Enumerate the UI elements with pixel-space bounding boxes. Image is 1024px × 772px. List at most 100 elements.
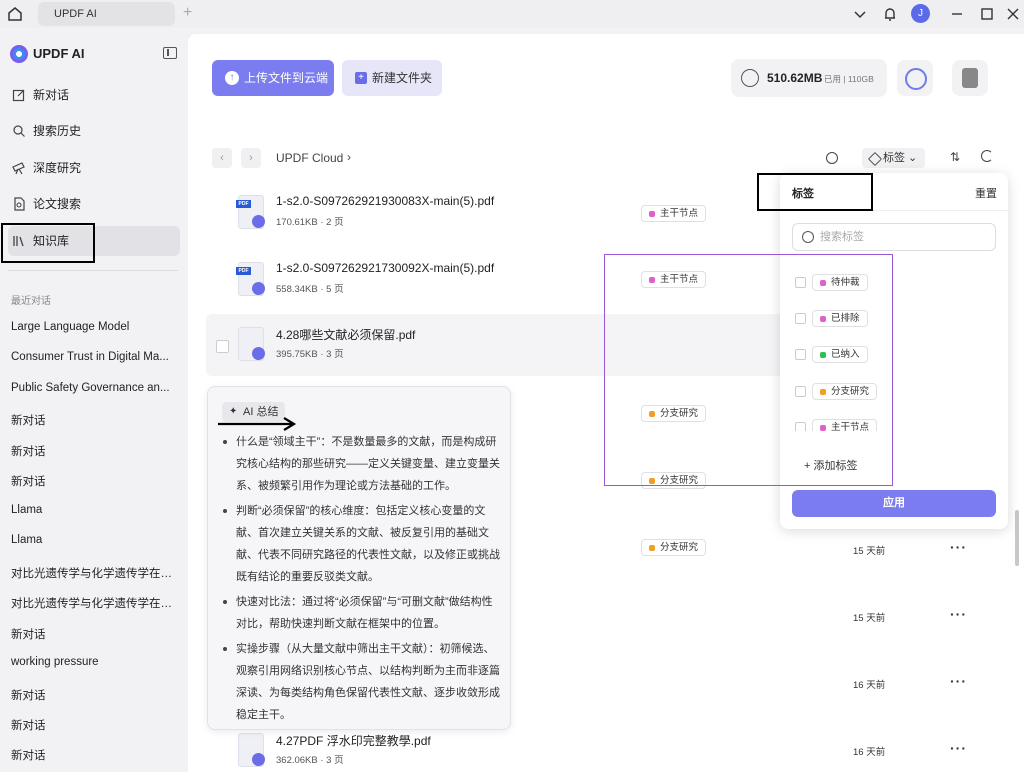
recent-chat-item[interactable]: 新对话 bbox=[11, 717, 176, 733]
recent-chat-item[interactable]: Llama bbox=[11, 534, 176, 546]
refresh-icon[interactable] bbox=[981, 150, 993, 162]
upload-label: 上传文件到云端 bbox=[244, 71, 329, 85]
apply-button[interactable]: 应用 bbox=[792, 490, 996, 517]
doc-file-icon bbox=[238, 733, 265, 767]
recent-chat-item[interactable]: 新对话 bbox=[11, 473, 176, 489]
ai-summary-list: 什么是“领域主干”：不是数量最多的文献，而是构成研究核心结构的那些研究——定义关… bbox=[222, 431, 502, 729]
upload-to-cloud-button[interactable]: ↑ 上传文件到云端 bbox=[212, 60, 334, 96]
recent-chat-item[interactable]: 新对话 bbox=[11, 687, 176, 703]
ai-summary-popup: AI 总结 什么是“领域主干”：不是数量最多的文献，而是构成研究核心结构的那些研… bbox=[207, 386, 511, 730]
recent-chats-title: 最近对话 bbox=[11, 296, 51, 307]
sidebar-item-label: 搜索历史 bbox=[33, 124, 82, 138]
upload-icon: ↑ bbox=[225, 71, 239, 85]
sidebar-divider bbox=[8, 270, 178, 271]
add-folder-icon: + bbox=[355, 72, 367, 84]
annotation-box-tag-list bbox=[604, 254, 893, 486]
more-icon[interactable]: ··· bbox=[950, 606, 967, 622]
sidebar-item-deep-research[interactable]: 深度研究 bbox=[8, 153, 180, 183]
pdf-file-icon: PDF bbox=[236, 262, 265, 296]
forward-button[interactable]: › bbox=[241, 148, 261, 168]
tag-search-input[interactable]: 搜索标签 bbox=[792, 223, 996, 251]
reset-button[interactable]: 重置 bbox=[975, 185, 997, 201]
title-bar: UPDF AI + J bbox=[0, 0, 1024, 28]
maximize-icon[interactable] bbox=[978, 5, 996, 23]
sidebar-item-label: 新对话 bbox=[33, 88, 70, 102]
recent-chat-item[interactable]: Llama bbox=[11, 504, 176, 516]
annotation-box-tag-title bbox=[757, 173, 873, 211]
search-icon bbox=[13, 125, 25, 137]
file-name[interactable]: 4.27PDF 浮水印完整教學.pdf bbox=[276, 732, 431, 749]
tag-filter-button[interactable]: 标签 ⌄ bbox=[862, 148, 925, 168]
file-date: 15 天前 bbox=[853, 546, 886, 557]
sidebar-item-label: 深度研究 bbox=[33, 161, 82, 175]
annotation-box-knowledge-base bbox=[1, 223, 95, 263]
more-icon[interactable]: ··· bbox=[950, 539, 967, 555]
scrollbar[interactable] bbox=[1015, 510, 1019, 566]
search-icon[interactable] bbox=[826, 152, 838, 164]
updf-logo-icon bbox=[10, 45, 28, 63]
doc-file-icon bbox=[238, 327, 265, 361]
breadcrumb-chevron-icon: › bbox=[347, 150, 351, 164]
recent-chat-item[interactable]: working pressure bbox=[11, 656, 176, 668]
recent-chat-item[interactable]: 对比光遗传学与化学遗传学在晦... bbox=[11, 595, 176, 611]
telescope-icon bbox=[12, 162, 25, 175]
doc-search-icon bbox=[14, 197, 25, 211]
edit-icon bbox=[12, 89, 25, 102]
annotation-arrow-icon bbox=[218, 417, 297, 431]
back-button[interactable]: ‹ bbox=[212, 148, 232, 168]
more-icon[interactable]: ··· bbox=[950, 673, 967, 689]
file-date: 15 天前 bbox=[853, 613, 886, 624]
recent-chat-item[interactable]: 新对话 bbox=[11, 626, 176, 642]
bell-icon[interactable] bbox=[881, 5, 899, 23]
new-folder-button[interactable]: + 新建文件夹 bbox=[342, 60, 442, 96]
file-tag[interactable]: 分支研究 bbox=[641, 539, 707, 556]
file-meta: 362.06KB · 3 页 bbox=[276, 755, 344, 766]
sidebar-item-label: 论文搜索 bbox=[33, 197, 82, 211]
tab-updf-ai[interactable]: UPDF AI bbox=[38, 2, 175, 26]
sidebar-toggle-icon[interactable] bbox=[163, 47, 177, 59]
breadcrumb[interactable]: UPDF Cloud bbox=[276, 151, 343, 165]
more-icon[interactable]: ··· bbox=[950, 740, 967, 756]
avatar[interactable]: J bbox=[911, 4, 930, 23]
file-date: 16 天前 bbox=[853, 680, 886, 691]
sidebar-item-new-chat[interactable]: 新对话 bbox=[8, 80, 180, 110]
sidebar-item-paper-search[interactable]: 论文搜索 bbox=[8, 189, 180, 219]
close-icon[interactable] bbox=[1004, 5, 1022, 23]
new-folder-label: 新建文件夹 bbox=[372, 71, 433, 85]
recent-chat-item[interactable]: Public Safety Governance an... bbox=[11, 382, 176, 394]
storage-usage: 510.62MB 已用 | 110GB bbox=[731, 59, 887, 97]
sort-icon[interactable]: ⇅ bbox=[950, 150, 960, 164]
recent-chat-item[interactable]: Consumer Trust in Digital Ma... bbox=[11, 351, 176, 363]
pdf-file-icon: PDF bbox=[236, 195, 265, 229]
ai-summary-bullet: 什么是“领域主干”：不是数量最多的文献，而是构成研究核心结构的那些研究——定义关… bbox=[222, 431, 502, 497]
trash-button[interactable] bbox=[952, 60, 988, 96]
row-checkbox[interactable] bbox=[216, 340, 229, 353]
recent-chat-item[interactable]: 新对话 bbox=[11, 747, 176, 763]
brand-name: UPDF AI bbox=[33, 46, 85, 61]
sidebar-item-search-history[interactable]: 搜索历史 bbox=[8, 116, 180, 146]
storage-detail: 已用 | 110GB bbox=[824, 74, 874, 84]
tag-filter-label: 标签 bbox=[883, 152, 905, 164]
file-meta: 558.34KB · 5 页 bbox=[276, 284, 344, 295]
file-date: 16 天前 bbox=[853, 747, 886, 758]
recent-chat-item[interactable]: 对比光遗传学与化学遗传学在晦... bbox=[11, 565, 176, 581]
minimize-icon[interactable] bbox=[948, 5, 966, 23]
chevron-down-icon[interactable] bbox=[851, 5, 869, 23]
file-name[interactable]: 4.28哪些文献必须保留.pdf bbox=[276, 326, 415, 343]
recent-chat-item[interactable]: 新对话 bbox=[11, 443, 176, 459]
new-tab-icon[interactable]: + bbox=[183, 4, 192, 22]
file-tag[interactable]: 主干节点 bbox=[641, 205, 707, 222]
recent-chat-item[interactable]: Large Language Model bbox=[11, 321, 176, 333]
ai-summary-bullet: 实操步骤（从大量文献中筛出主干文献）：初筛候选、观察引用网络识别核心节点、以结构… bbox=[222, 638, 502, 726]
file-name[interactable]: 1-s2.0-S097262921730092X-main(5).pdf bbox=[276, 261, 494, 275]
ai-summary-bullet: 快速对比法：通过将“必须保留”与“可删文献”做结构性对比，帮助快速判断文献在框架… bbox=[222, 591, 502, 635]
file-name[interactable]: 1-s2.0-S097262921930083X-main(5).pdf bbox=[276, 194, 494, 208]
ai-summary-bullet: 判断“必须保留”的核心维度：包括定义核心变量的文献、首次建立关键关系的文献、被反… bbox=[222, 500, 502, 588]
file-meta: 170.61KB · 2 页 bbox=[276, 217, 344, 228]
home-icon[interactable] bbox=[6, 5, 24, 23]
storage-used: 510.62MB bbox=[767, 71, 823, 85]
sync-button[interactable] bbox=[897, 60, 933, 96]
file-meta: 395.75KB · 3 页 bbox=[276, 349, 344, 360]
recent-chat-item[interactable]: 新对话 bbox=[11, 412, 176, 428]
storage-icon bbox=[741, 69, 759, 87]
